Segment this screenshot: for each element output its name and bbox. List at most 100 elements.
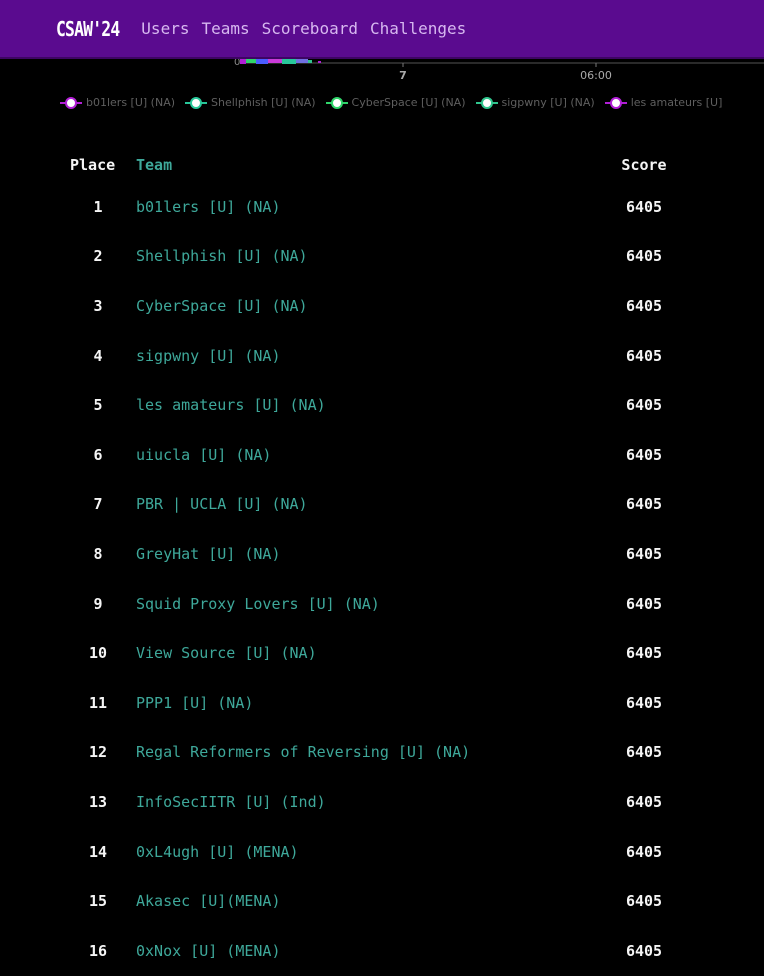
team-cell: uiucla [U] (NA) <box>136 430 602 480</box>
place-cell: 15 <box>88 892 108 911</box>
team-cell: PPP1 [U] (NA) <box>136 678 602 728</box>
legend-item[interactable]: CyberSpace [U] (NA) <box>325 96 466 109</box>
team-link[interactable]: Squid Proxy Lovers [U] (NA) <box>136 595 380 613</box>
table-header-row: Place Team Score <box>60 148 686 182</box>
nav-challenges[interactable]: Challenges <box>370 19 466 38</box>
column-header-score: Score <box>621 156 667 174</box>
legend-item[interactable]: les amateurs [U] <box>604 96 722 109</box>
score-cell: 6405 <box>625 346 663 365</box>
legend-marker-icon <box>60 96 82 109</box>
team-cell: CyberSpace [U] (NA) <box>136 281 602 331</box>
place-cell: 1 <box>93 197 103 216</box>
chart-y-tick-label: 0 <box>234 59 240 68</box>
score-cell: 6405 <box>625 892 663 911</box>
team-cell: Regal Reformers of Reversing [U] (NA) <box>136 728 602 778</box>
team-cell: les amateurs [U] (NA) <box>136 380 602 430</box>
score-cell: 6405 <box>625 495 663 514</box>
place-cell: 13 <box>88 792 108 811</box>
team-link[interactable]: Regal Reformers of Reversing [U] (NA) <box>136 743 470 761</box>
main-nav: Users Teams Scoreboard Challenges <box>141 19 478 38</box>
team-link[interactable]: les amateurs [U] (NA) <box>136 396 326 414</box>
table-row: 12 Regal Reformers of Reversing [U] (NA) 6… <box>60 728 686 778</box>
legend-marker-icon <box>475 96 498 109</box>
place-cell: 7 <box>93 495 103 514</box>
table-row: 9 Squid Proxy Lovers [U] (NA) 6405 <box>60 579 686 629</box>
chart-legend: b01lers [U] (NA) Shellphish [U] (NA) Cyber… <box>60 96 732 112</box>
team-cell: Squid Proxy Lovers [U] (NA) <box>136 579 602 629</box>
score-cell: 6405 <box>625 445 663 464</box>
legend-item[interactable]: sigpwny [U] (NA) <box>475 96 595 109</box>
team-link[interactable]: b01lers [U] (NA) <box>136 198 281 216</box>
table-row: 4 sigpwny [U] (NA) 6405 <box>60 331 686 381</box>
legend-marker-icon <box>604 96 627 109</box>
team-link[interactable]: PBR | UCLA [U] (NA) <box>136 495 308 513</box>
table-row: 2 Shellphish [U] (NA) 6405 <box>60 232 686 282</box>
legend-marker-icon <box>185 96 208 109</box>
team-cell: sigpwny [U] (NA) <box>136 331 602 381</box>
score-chart: 0 7 06:00 <box>234 59 764 82</box>
table-row: 8 GreyHat [U] (NA) 6405 <box>60 529 686 579</box>
table-row: 15 Akasec [U](MENA) 6405 <box>60 876 686 926</box>
place-cell: 5 <box>93 396 103 415</box>
score-cell: 6405 <box>625 693 663 712</box>
score-cell: 6405 <box>625 842 663 861</box>
team-link[interactable]: InfoSecIITR [U] (Ind) <box>136 793 326 811</box>
column-header-place: Place <box>70 156 116 174</box>
site-logo[interactable]: CSAW'24 <box>56 17 120 41</box>
column-header-team: Team <box>136 156 173 174</box>
team-cell: PBR | UCLA [U] (NA) <box>136 480 602 530</box>
team-cell: b01lers [U] (NA) <box>136 182 602 232</box>
team-cell: GreyHat [U] (NA) <box>136 529 602 579</box>
team-link[interactable]: View Source [U] (NA) <box>136 644 317 662</box>
place-cell: 14 <box>88 842 108 861</box>
team-link[interactable]: Akasec [U](MENA) <box>136 892 281 910</box>
team-link[interactable]: Shellphish [U] (NA) <box>136 247 308 265</box>
team-link[interactable]: 0xL4ugh [U] (MENA) <box>136 843 299 861</box>
score-cell: 6405 <box>625 396 663 415</box>
table-row: 13 InfoSecIITR [U] (Ind) 6405 <box>60 777 686 827</box>
table-row: 3 CyberSpace [U] (NA) 6405 <box>60 281 686 331</box>
team-link[interactable]: CyberSpace [U] (NA) <box>136 297 308 315</box>
legend-label: CyberSpace [U] (NA) <box>351 96 466 109</box>
table-row: 5 les amateurs [U] (NA) 6405 <box>60 380 686 430</box>
table-row: 7 PBR | UCLA [U] (NA) 6405 <box>60 480 686 530</box>
score-cell: 6405 <box>625 792 663 811</box>
team-link[interactable]: uiucla [U] (NA) <box>136 446 271 464</box>
place-cell: 11 <box>88 693 108 712</box>
table-row: 1 b01lers [U] (NA) 6405 <box>60 182 686 232</box>
score-cell: 6405 <box>625 247 663 266</box>
legend-label: Shellphish [U] (NA) <box>211 96 316 109</box>
team-link[interactable]: PPP1 [U] (NA) <box>136 694 253 712</box>
table-row: 14 0xL4ugh [U] (MENA) 6405 <box>60 827 686 877</box>
place-cell: 9 <box>93 594 103 613</box>
place-cell: 6 <box>93 445 103 464</box>
place-cell: 3 <box>93 296 103 315</box>
legend-label: sigpwny [U] (NA) <box>501 96 595 109</box>
team-cell: InfoSecIITR [U] (Ind) <box>136 777 602 827</box>
nav-teams[interactable]: Teams <box>201 19 249 38</box>
nav-users[interactable]: Users <box>141 19 189 38</box>
place-cell: 4 <box>93 346 103 365</box>
legend-item[interactable]: b01lers [U] (NA) <box>60 96 175 109</box>
score-cell: 6405 <box>625 197 663 216</box>
team-link[interactable]: sigpwny [U] (NA) <box>136 347 281 365</box>
team-link[interactable]: GreyHat [U] (NA) <box>136 545 281 563</box>
team-cell: Shellphish [U] (NA) <box>136 232 602 282</box>
score-cell: 6405 <box>625 644 663 663</box>
nav-scoreboard[interactable]: Scoreboard <box>262 19 358 38</box>
score-cell: 6405 <box>625 544 663 563</box>
place-cell: 2 <box>93 247 103 266</box>
top-navbar: CSAW'24 Users Teams Scoreboard Challenge… <box>0 0 764 59</box>
team-cell: View Source [U] (NA) <box>136 628 602 678</box>
legend-marker-icon <box>325 96 348 109</box>
table-row: 11 PPP1 [U] (NA) 6405 <box>60 678 686 728</box>
scoreboard-table: Place Team Score 1 b01lers [U] (NA) 6405 2 S… <box>60 148 686 976</box>
score-cell: 6405 <box>625 743 663 762</box>
legend-item[interactable]: Shellphish [U] (NA) <box>185 96 316 109</box>
table-row: 10 View Source [U] (NA) 6405 <box>60 628 686 678</box>
place-cell: 12 <box>88 743 108 762</box>
place-cell: 8 <box>93 544 103 563</box>
chart-x-tick-label: 06:00 <box>580 69 612 82</box>
score-cell: 6405 <box>625 296 663 315</box>
table-row: 6 uiucla [U] (NA) 6405 <box>60 430 686 480</box>
